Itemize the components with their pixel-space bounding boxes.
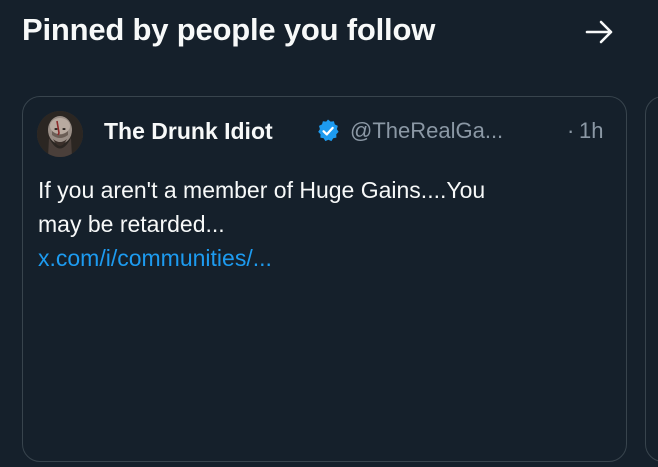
author-display-name[interactable]: The Drunk Idiot <box>104 115 273 147</box>
post-author-row: The Drunk Idiot @TheRealGa... · 1h <box>104 115 614 147</box>
community-link[interactable]: x.com/i/communities/... <box>38 241 598 275</box>
next-pinned-card-peek[interactable] <box>645 96 658 462</box>
author-avatar[interactable] <box>37 111 83 157</box>
pinned-post-card[interactable]: The Drunk Idiot @TheRealGa... · 1h If yo… <box>22 96 627 462</box>
separator-dot: · <box>567 118 575 143</box>
section-title: Pinned by people you follow <box>22 12 436 47</box>
author-handle[interactable]: @TheRealGa... <box>350 115 503 147</box>
pinned-section-header: Pinned by people you follow <box>22 0 642 64</box>
arrow-right-icon[interactable] <box>582 14 618 50</box>
post-timestamp[interactable]: 1h <box>579 115 603 147</box>
verified-badge-icon <box>315 118 341 144</box>
post-text-line-1: If you aren't a member of Huge Gains....… <box>38 177 486 203</box>
post-body: If you aren't a member of Huge Gains....… <box>38 173 598 275</box>
post-text-line-2: may be retarded... <box>38 211 225 237</box>
